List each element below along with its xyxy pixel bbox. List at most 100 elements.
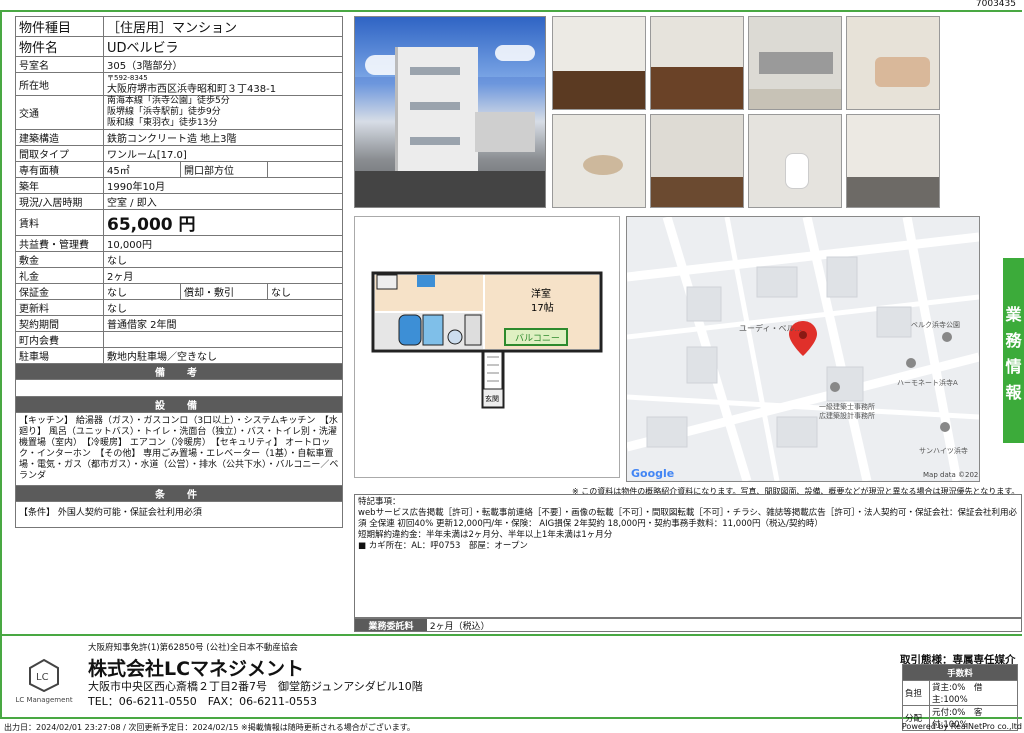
renewal-value: なし (103, 299, 343, 316)
floor-plan-room-label: 洋室 (531, 287, 551, 300)
map-label-poi: サンハイツ浜寺 (919, 446, 968, 455)
window-row (410, 67, 460, 75)
photo-entrance[interactable] (846, 114, 940, 208)
location-map[interactable]: ユーディ・ベル... ベルク浜寺公園 ハーモネート浜寺A 一級建築士事務所 広建… (626, 216, 980, 482)
postal-code: 〒592-8345 (107, 74, 148, 82)
road (355, 171, 545, 207)
floor-plan[interactable]: 洋室 17帖 バルコニー 玄関 (354, 216, 620, 478)
map-label-building: ユーディ・ベル... (739, 323, 802, 333)
photo-laundry[interactable] (650, 114, 744, 208)
area-value: 45㎡ (103, 161, 181, 178)
fee-header: 手数料 (902, 664, 1018, 681)
traffic-value: 南海本線「浜寺公園」徒歩5分 阪堺線「浜寺駅前」徒歩9分 阪和線「東羽衣」徒歩13分 (103, 95, 343, 130)
photo-washbasin[interactable] (552, 114, 646, 208)
contract-value: 普通借家 2年間 (103, 315, 343, 332)
svg-text:LC: LC (36, 672, 49, 683)
business-info-text: 業務情報 (1005, 305, 1022, 402)
common-fee-value: 10,000円 (103, 235, 343, 252)
window-row (410, 102, 460, 110)
google-logo: Google (631, 467, 674, 480)
commission-label: 業務委託料 (355, 619, 427, 632)
map-attribution: Map data ©2023 (923, 471, 979, 479)
opening-label: 開口部方位 (180, 161, 268, 178)
deposit-value: なし (103, 251, 343, 268)
common-fee-label: 共益費・管理費 (15, 235, 104, 252)
conditions-text: 【条件】 外国人契約可能・保証会社利用必須 (15, 501, 343, 528)
name-value: UDベルビラ (103, 36, 343, 57)
deposit-label: 敷金 (15, 251, 104, 268)
license-number: 大阪府知事免許(1)第62850号 (公社)全日本不動産協会 (88, 643, 298, 653)
map-label-poi: 広建築設計事務所 (819, 411, 875, 420)
structure-value: 鉄筋コンクリート造 地上3階 (103, 129, 343, 146)
cloud (495, 45, 535, 61)
type-label: 物件種目 (15, 16, 104, 37)
layout-label: 間取タイプ (15, 145, 104, 162)
remarks-header: 備 考 (15, 363, 343, 380)
conditions-header: 条 件 (15, 485, 343, 502)
guarantee-label: 保証金 (15, 283, 104, 300)
photo-room-2[interactable] (650, 16, 744, 110)
photo-kitchen[interactable] (748, 16, 842, 110)
room-label: 号室名 (15, 56, 104, 73)
opening-value (267, 161, 343, 178)
map-label-poi: ハーモネート浜寺A (897, 378, 958, 387)
photo-toilet[interactable] (748, 114, 842, 208)
building-photo[interactable] (354, 16, 546, 208)
layout-value: ワンルーム[17.0] (103, 145, 343, 162)
status-value: 空室 / 即入 (103, 193, 343, 210)
equipment-text: 【キッチン】 給湯器（ガス）・ガスコンロ（3口以上）・システムキッチン 【水廻り… (15, 412, 343, 486)
renewal-label: 更新料 (15, 299, 104, 316)
traffic-line-1: 南海本線「浜寺公園」徒歩5分 (107, 96, 230, 106)
status-label: 現況/入居時期 (15, 193, 104, 210)
company-phone: TEL：06-6211-0550 FAX：06-6211-0553 (88, 695, 318, 708)
commission-value: 2ヶ月（税込） (429, 622, 490, 632)
key-money-value: 2ヶ月 (103, 267, 343, 284)
address-value: 〒592-8345 大阪府堺市西区浜寺昭和町３丁438-1 (103, 72, 343, 96)
powered-by: Powered by RealNetPro co.,ltd (901, 722, 1022, 731)
document-id: 7003435 (975, 0, 1016, 9)
town-fee-value (103, 331, 343, 348)
structure-label: 建築構造 (15, 129, 104, 146)
map-label-poi: 一級建築士事務所 (819, 402, 875, 411)
built-value: 1990年10月 (103, 177, 343, 194)
parking-value: 敷地内駐車場／空きなし (103, 347, 343, 364)
logo-text: LC Management (15, 696, 73, 704)
footer: LC LC Management 大阪府知事免許(1)第62850号 (公社)全… (0, 634, 1022, 731)
special-notes-line: webサービス広告掲載［許可］・転載事前連絡［不要］・画像の転載［不可］・間取図… (358, 508, 1017, 529)
floor-plan-room-size: 17帖 (531, 301, 554, 314)
built-label: 築年 (15, 177, 104, 194)
fee-row-label: 負担 (902, 680, 930, 706)
fee-table: 手数料 負担 貸主:0% 借主:100% 分配 元付:0% 客付:100% (902, 664, 1018, 731)
area-label: 専有面積 (15, 161, 104, 178)
contract-label: 契約期間 (15, 315, 104, 332)
equipment-header: 設 備 (15, 396, 343, 413)
rent-label: 賃料 (15, 209, 104, 236)
traffic-label: 交通 (15, 95, 104, 130)
address-label: 所在地 (15, 72, 104, 96)
photo-bath[interactable] (846, 16, 940, 110)
lc-logo-icon: LC (29, 658, 59, 693)
business-info-tab[interactable]: 業務情報 (1003, 258, 1024, 443)
traffic-line-2: 阪堺線「浜寺駅前」徒歩9分 (107, 107, 221, 117)
guarantee-value: なし (103, 283, 181, 300)
neighbor-house (475, 112, 535, 152)
window-row (410, 137, 460, 145)
refund-label: 償却・敷引 (180, 283, 268, 300)
map-label-poi: ベルク浜寺公園 (911, 320, 960, 329)
special-notes-title: 特記事項： (358, 497, 401, 507)
traffic-line-3: 阪和線「東羽衣」徒歩13分 (107, 118, 218, 128)
photo-room-1[interactable] (552, 16, 646, 110)
commission-row: 業務委託料 2ヶ月（税込） (354, 618, 1022, 632)
rent-value: 65,000 円 (103, 209, 343, 236)
output-date: 出力日：2024/02/01 23:27:08 / 次回更新予定日：2024/0… (4, 723, 415, 732)
floor-plan-balcony-label: バルコニー (515, 333, 560, 344)
special-notes-line: ■ カギ所在：AL：呼0753 部屋：オープン (358, 541, 528, 551)
type-value: ［住居用］マンション (103, 16, 343, 37)
company-address: 大阪市中央区西心斎橋２丁目2番7号 御堂筋ジュンアシダビル10階 (88, 680, 423, 693)
remarks-body (15, 379, 343, 397)
town-fee-label: 町内会費 (15, 331, 104, 348)
parking-label: 駐車場 (15, 347, 104, 364)
company-name: 株式会社LCマネジメント (88, 658, 305, 680)
map-drawing: ユーディ・ベル... ベルク浜寺公園 ハーモネート浜寺A 一級建築士事務所 広建… (627, 217, 979, 481)
company-logo: LC LC Management (15, 658, 73, 710)
